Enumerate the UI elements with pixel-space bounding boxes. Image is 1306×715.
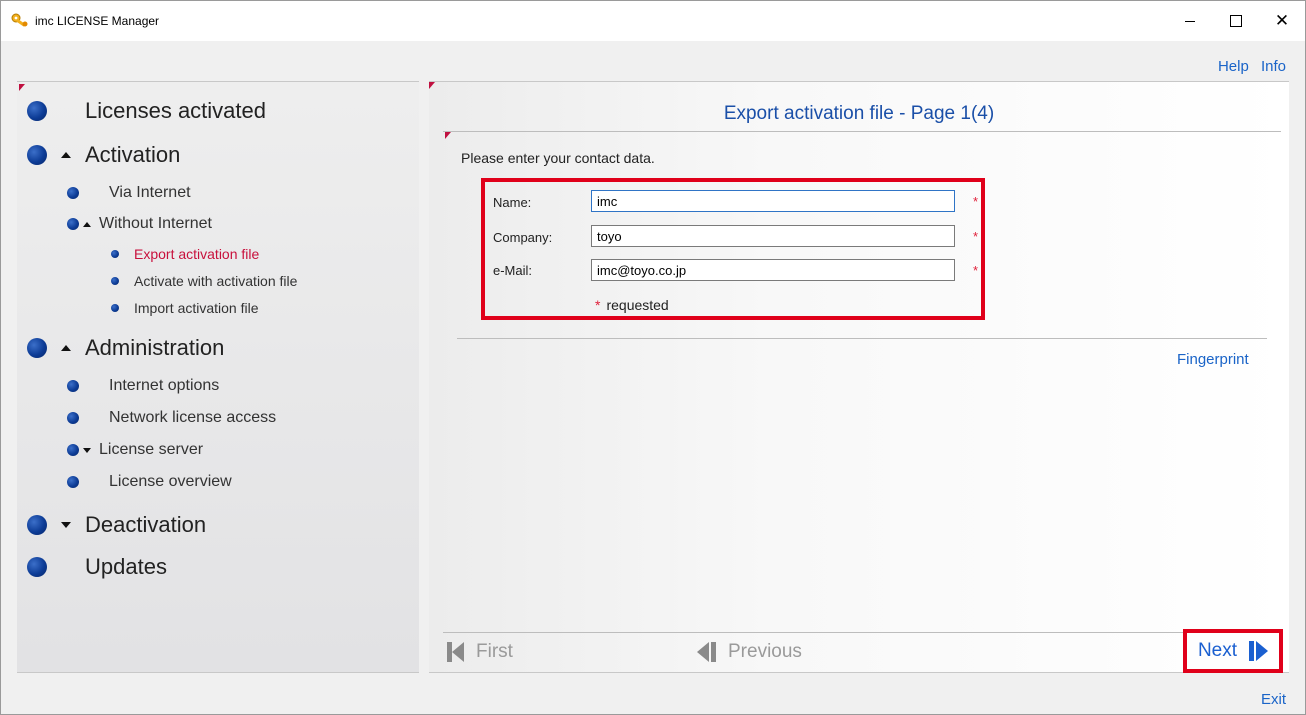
required-mark: * — [973, 263, 979, 278]
expand-arrow-icon — [83, 447, 91, 453]
nav-activate-with-activation-file[interactable]: Activate with activation file — [111, 273, 297, 289]
corner-marker-icon — [429, 82, 435, 89]
app-window: imc LICENSE Manager ✕ Help Info Licenses… — [0, 0, 1306, 715]
nav-label: Internet options — [109, 377, 220, 394]
nav-label: License server — [99, 441, 204, 458]
next-label: Next — [1197, 640, 1238, 661]
nav-label: Import activation file — [134, 300, 259, 316]
nav-import-activation-file[interactable]: Import activation file — [111, 300, 259, 316]
top-links: Help Info — [1210, 58, 1286, 75]
bullet-icon — [67, 187, 79, 199]
nav-deactivation[interactable]: Deactivation — [27, 512, 206, 538]
maximize-button[interactable] — [1213, 1, 1259, 41]
close-button[interactable]: ✕ — [1259, 1, 1305, 41]
maximize-icon — [1230, 15, 1242, 27]
nav-label: Network license access — [109, 409, 277, 426]
divider — [443, 632, 1281, 633]
company-label: Company: — [493, 230, 553, 245]
title-bar: imc LICENSE Manager ✕ — [1, 1, 1305, 41]
bullet-icon — [67, 218, 79, 230]
nav-label: Deactivation — [85, 512, 207, 537]
nav-label: Updates — [85, 554, 167, 579]
required-mark: * — [973, 229, 979, 244]
bullet-icon — [111, 250, 119, 258]
required-note: * requested — [595, 297, 669, 313]
nav-activation[interactable]: Activation — [27, 142, 180, 168]
nav-label: Activate with activation file — [134, 273, 298, 289]
collapse-arrow-icon — [61, 345, 71, 351]
nav-label: Activation — [85, 142, 181, 167]
nav-updates[interactable]: Updates — [27, 554, 167, 580]
previous-page-icon — [697, 642, 716, 662]
bullet-icon — [111, 304, 119, 312]
contact-form-highlight: Name: * Company: * e-Mail: * * requested — [481, 178, 985, 320]
required-mark: * — [595, 297, 601, 313]
company-input[interactable] — [591, 225, 955, 247]
nav-licenses-activated[interactable]: Licenses activated — [27, 98, 266, 124]
collapse-arrow-icon — [83, 221, 91, 227]
previous-label: Previous — [728, 641, 802, 662]
first-page-icon — [447, 642, 464, 662]
bullet-icon — [27, 145, 47, 165]
nav-internet-options[interactable]: Internet options — [67, 377, 219, 395]
bullet-icon — [27, 101, 47, 121]
expand-arrow-icon — [61, 522, 71, 528]
corner-marker-icon — [19, 84, 25, 91]
collapse-arrow-icon — [61, 152, 71, 158]
name-input[interactable] — [591, 190, 955, 212]
corner-marker-icon — [445, 132, 451, 139]
divider — [457, 338, 1267, 339]
bullet-icon — [111, 277, 119, 285]
divider — [443, 131, 1281, 132]
info-link[interactable]: Info — [1261, 58, 1286, 75]
nav-network-license-access[interactable]: Network license access — [67, 409, 276, 427]
first-button[interactable]: First — [447, 637, 513, 667]
nav-label: Licenses activated — [85, 98, 266, 123]
page-title: Export activation file - Page 1(4) — [723, 103, 995, 124]
bullet-icon — [67, 380, 79, 392]
nav-license-overview[interactable]: License overview — [67, 473, 232, 491]
nav-without-internet[interactable]: Without Internet — [67, 215, 212, 233]
minimize-button[interactable] — [1167, 1, 1213, 41]
nav-label: Without Internet — [99, 215, 212, 232]
intro-text: Please enter your contact data. — [461, 150, 655, 166]
next-page-icon — [1249, 641, 1269, 661]
key-app-icon — [11, 13, 28, 27]
nav-license-server[interactable]: License server — [67, 441, 203, 459]
nav-label: Export activation file — [134, 246, 260, 262]
name-label: Name: — [493, 195, 532, 210]
bullet-icon — [27, 557, 47, 577]
content-panel: Export activation file - Page 1(4) Pleas… — [429, 81, 1289, 673]
close-icon: ✕ — [1274, 11, 1290, 30]
email-input[interactable] — [591, 259, 955, 281]
navigation-panel: Licenses activated Activation Via Intern… — [17, 81, 419, 673]
nav-label: Administration — [85, 335, 225, 360]
required-note-text: requested — [606, 297, 669, 313]
nav-label: License overview — [109, 473, 232, 490]
email-label: e-Mail: — [493, 263, 533, 278]
bullet-icon — [27, 338, 47, 358]
help-link[interactable]: Help — [1218, 58, 1249, 75]
bullet-icon — [67, 476, 79, 488]
next-button[interactable]: Next — [1183, 629, 1283, 673]
fingerprint-link[interactable]: Fingerprint — [1177, 351, 1249, 368]
bullet-icon — [27, 515, 47, 535]
nav-administration[interactable]: Administration — [27, 335, 224, 361]
nav-export-activation-file[interactable]: Export activation file — [111, 246, 259, 262]
previous-button[interactable]: Previous — [697, 637, 802, 667]
nav-label: Via Internet — [109, 184, 191, 201]
exit-link[interactable]: Exit — [1261, 691, 1286, 708]
bullet-icon — [67, 412, 79, 424]
nav-via-internet[interactable]: Via Internet — [67, 184, 191, 202]
window-title: imc LICENSE Manager — [35, 14, 160, 28]
minimize-icon — [1185, 20, 1195, 22]
first-label: First — [476, 641, 513, 662]
bullet-icon — [67, 444, 79, 456]
required-mark: * — [973, 194, 979, 209]
